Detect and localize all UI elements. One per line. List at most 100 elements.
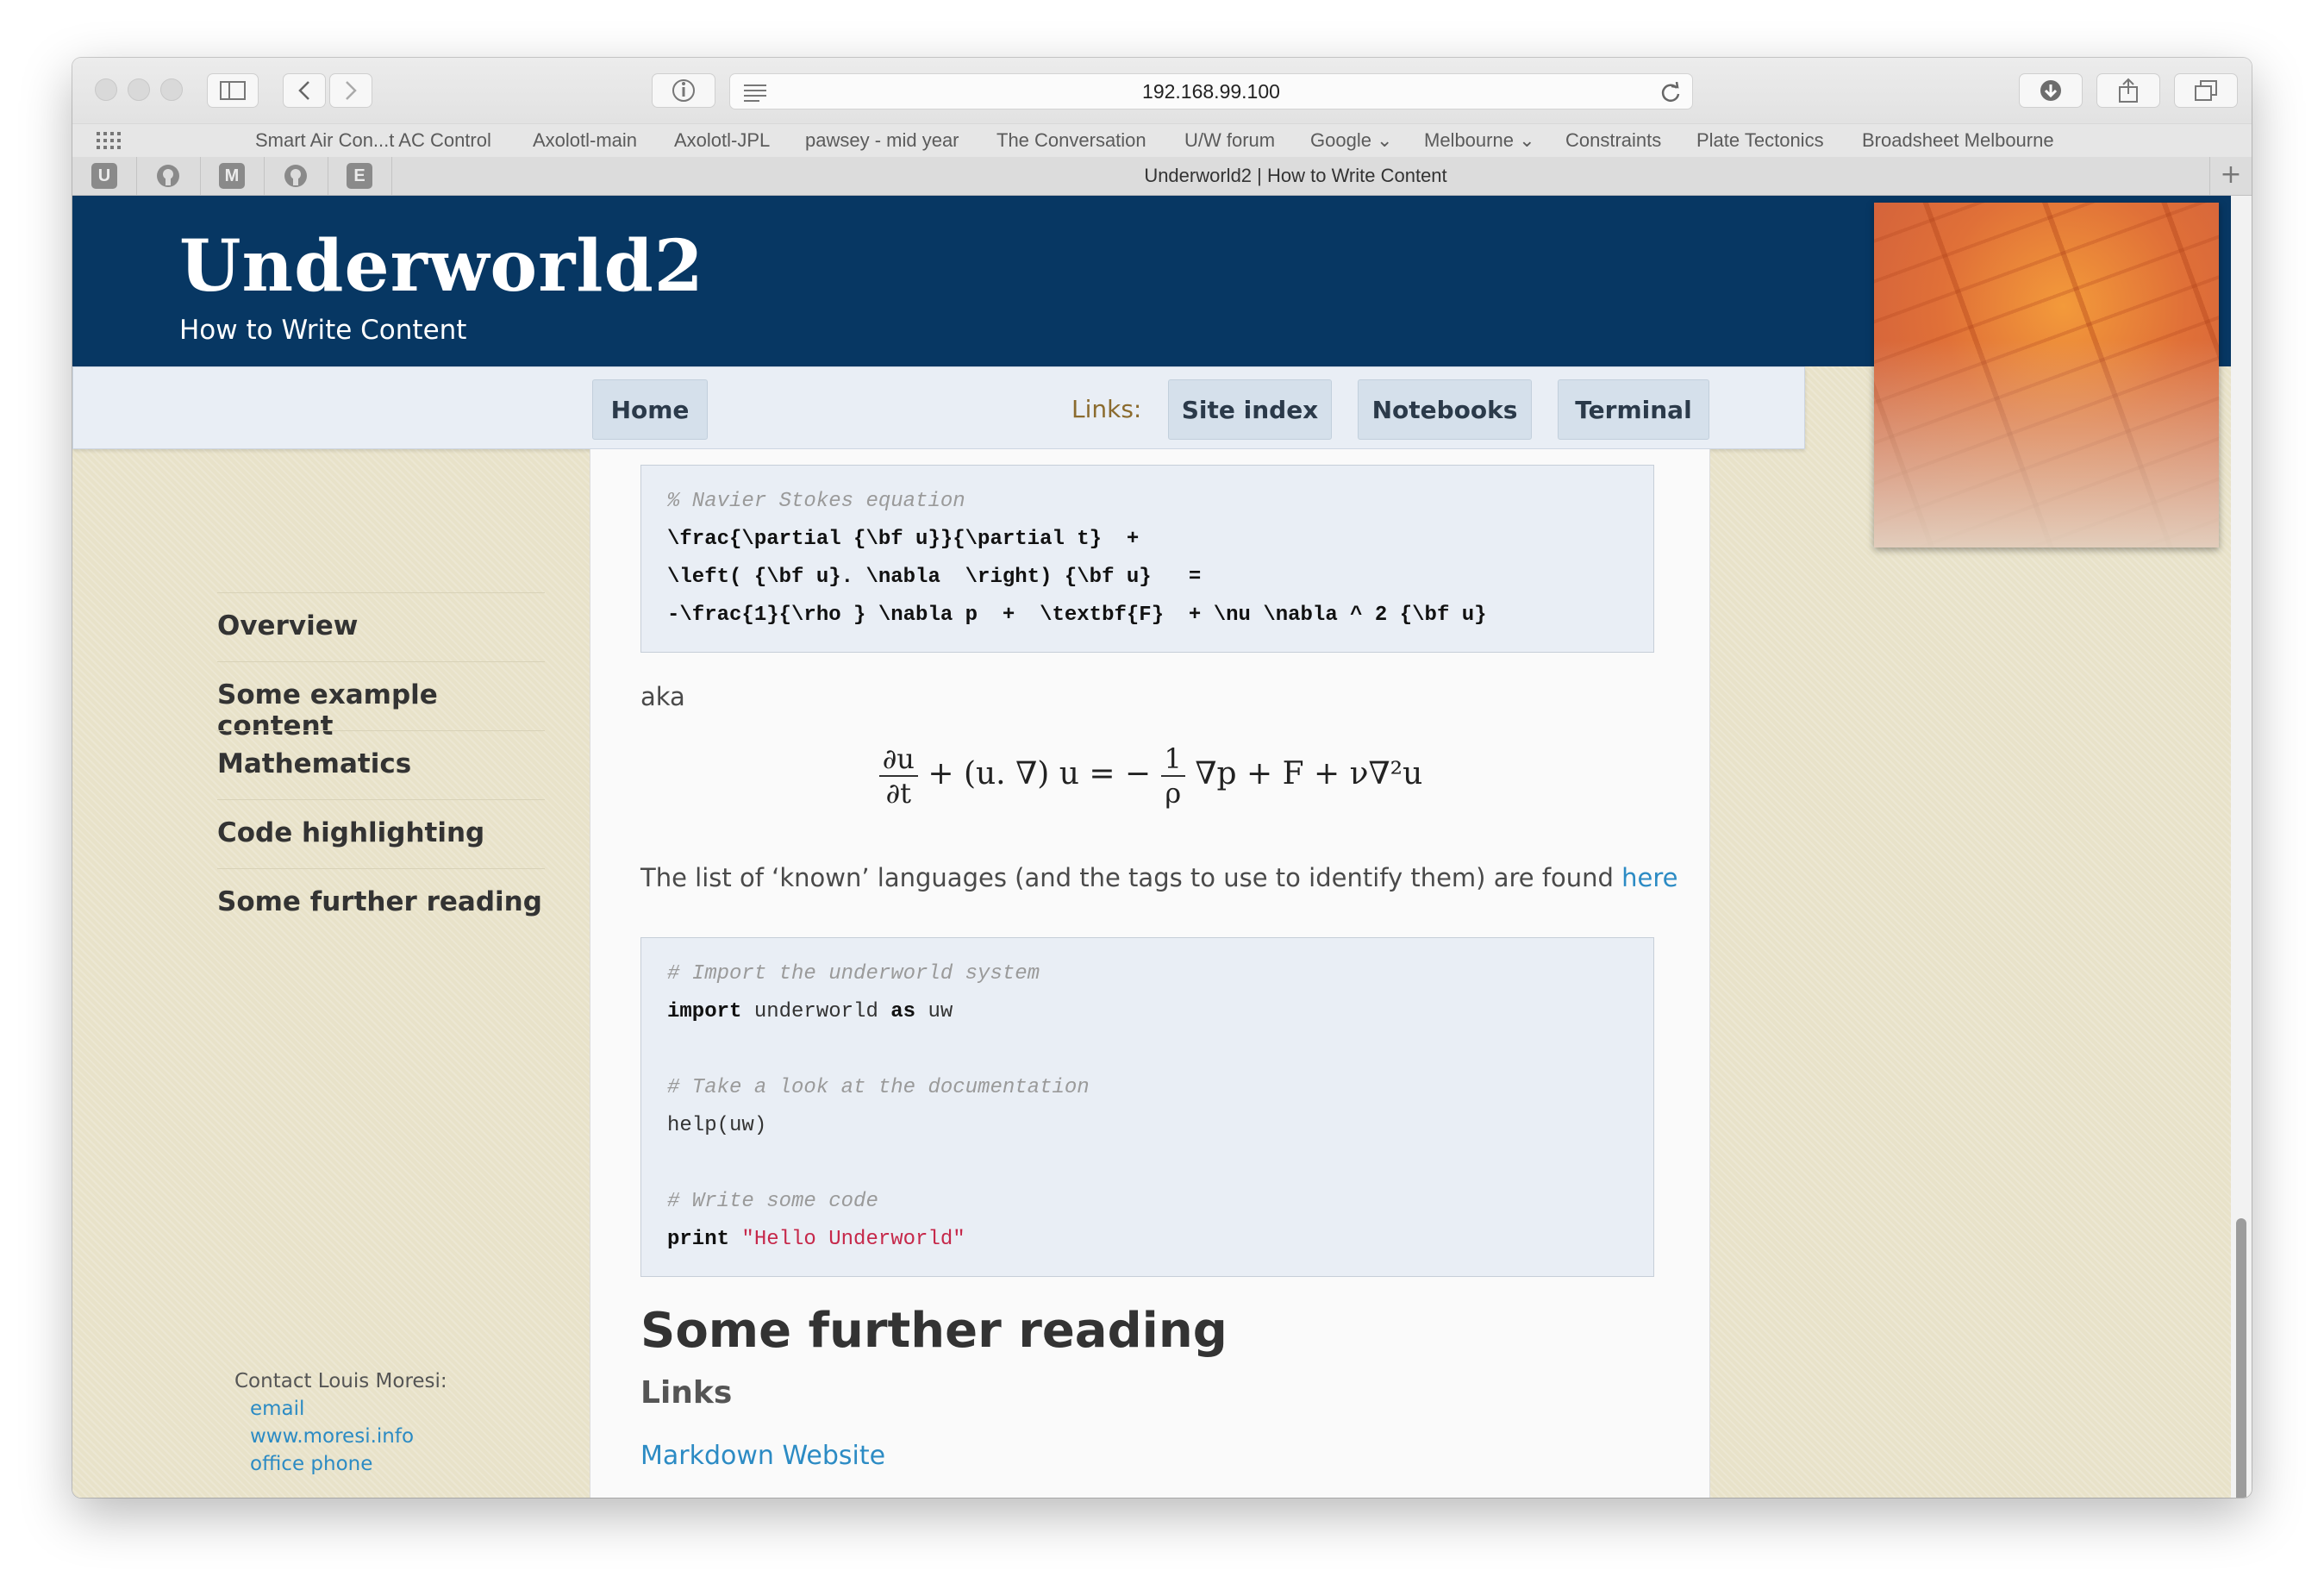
active-tab-title[interactable]: Underworld2 | How to Write Content xyxy=(383,157,2208,195)
code-text: uw xyxy=(915,1000,953,1023)
rho-fraction: 1ρ xyxy=(1160,742,1185,810)
bookmark-item[interactable]: Axolotl-main xyxy=(533,124,637,157)
nav-notebooks-button[interactable]: Notebooks xyxy=(1358,379,1532,440)
grid-icon[interactable] xyxy=(97,132,122,149)
fraction-numerator: 1 xyxy=(1160,742,1185,777)
further-reading-heading: Some further reading xyxy=(640,1303,1228,1359)
equation-rhs: ∇p + F + ν∇²u xyxy=(1195,756,1423,792)
browser-toolbar: 192.168.99.100 xyxy=(72,58,2252,123)
pinned-tab[interactable] xyxy=(264,157,328,195)
reload-icon[interactable] xyxy=(1659,82,1682,104)
contact-label-text: Contact Louis Moresi: xyxy=(234,1370,447,1392)
tab-bar: U M E Underworld2 | How to Write Content… xyxy=(72,157,2252,196)
bookmark-item[interactable]: Constraints xyxy=(1565,124,1661,157)
bookmark-item[interactable]: Smart Air Con...t AC Control xyxy=(255,124,491,157)
code-line: -\frac{1}{\rho } \nabla p + \textbf{F} +… xyxy=(667,604,1487,627)
bookmark-item[interactable]: pawsey - mid year xyxy=(805,124,959,157)
navier-stokes-equation: ∂u ∂t + (u. ∇) u = − 1ρ ∇p + F + ν∇²u xyxy=(590,742,1711,810)
contact-email-link[interactable]: email xyxy=(234,1398,304,1420)
url-text: 192.168.99.100 xyxy=(1142,80,1280,103)
site-info-button[interactable] xyxy=(652,73,715,108)
code-keyword: as xyxy=(890,1000,916,1023)
github-icon xyxy=(284,165,307,187)
bookmark-item[interactable]: Axolotl-JPL xyxy=(674,124,770,157)
bookmark-item[interactable]: Melbourne ⌄ xyxy=(1424,124,1535,157)
tab-overview-button[interactable] xyxy=(2174,73,2238,108)
contact-phone-link[interactable]: office phone xyxy=(234,1453,372,1475)
pinned-tab[interactable] xyxy=(136,157,201,195)
contact-link-text[interactable]: office phone xyxy=(234,1453,372,1475)
bookmark-item[interactable]: Plate Tectonics xyxy=(1696,124,1824,157)
fraction-numerator: ∂u xyxy=(878,742,918,777)
code-line: % Navier Stokes equation xyxy=(667,490,965,513)
nav-site-index-button[interactable]: Site index xyxy=(1168,379,1332,440)
close-window-button[interactable] xyxy=(95,78,117,101)
contact-website-link[interactable]: www.moresi.info xyxy=(234,1425,414,1448)
code-line: # Take a look at the documentation xyxy=(667,1076,1090,1099)
sidebar-item-code-highlighting[interactable]: Code highlighting xyxy=(217,799,545,868)
forward-button[interactable] xyxy=(329,73,372,108)
code-line: import underworld as uw xyxy=(667,993,1627,1031)
fraction-denominator: ∂t xyxy=(885,777,912,810)
pinned-tab-label: U xyxy=(91,163,117,189)
nav-links-label: Links: xyxy=(1071,395,1142,423)
main-content: % Navier Stokes equation \frac{\partial … xyxy=(590,449,1710,1498)
code-line: help(uw) xyxy=(667,1114,767,1137)
nav-home-button[interactable]: Home xyxy=(592,379,708,440)
code-line: # Write some code xyxy=(667,1190,878,1213)
back-button[interactable] xyxy=(283,73,326,108)
code-line: # Import the underworld system xyxy=(667,962,1040,985)
download-icon xyxy=(2040,80,2061,101)
code-text: underworld xyxy=(741,1000,891,1023)
bookmark-item[interactable]: U/W forum xyxy=(1184,124,1275,157)
contact-link-text[interactable]: www.moresi.info xyxy=(234,1425,414,1448)
partial-fraction: ∂u ∂t xyxy=(878,742,918,810)
pinned-tab[interactable]: M xyxy=(200,157,265,195)
sidebar-item-example-content[interactable]: Some example content xyxy=(217,661,545,741)
minimize-window-button[interactable] xyxy=(128,78,150,101)
sidebar-icon xyxy=(220,81,246,100)
python-code-block: # Import the underworld system import un… xyxy=(640,937,1654,1277)
zoom-window-button[interactable] xyxy=(160,78,183,101)
code-line: \left( {\bf u}. \nabla \right) {\bf u} = xyxy=(667,566,1202,589)
sidebar-item-further-reading[interactable]: Some further reading xyxy=(217,868,545,937)
bookmark-item[interactable]: Broadsheet Melbourne xyxy=(1862,124,2054,157)
sidebar-item-mathematics[interactable]: Mathematics xyxy=(217,730,545,799)
pinned-tab-label: M xyxy=(219,163,245,189)
languages-here-link[interactable]: here xyxy=(1621,863,1677,892)
share-button[interactable] xyxy=(2096,73,2160,108)
contact-label: Contact Louis Moresi: xyxy=(234,1370,447,1392)
site-subtitle: How to Write Content xyxy=(179,315,467,346)
bookmark-item[interactable]: The Conversation xyxy=(996,124,1146,157)
downloads-button[interactable] xyxy=(2019,73,2083,108)
header-image xyxy=(1874,203,2219,547)
page-scrollbar-thumb[interactable] xyxy=(2236,1218,2246,1498)
code-line: \frac{\partial {\bf u}}{\partial t} + xyxy=(667,528,1140,551)
code-keyword: print xyxy=(667,1228,730,1251)
equation-middle: + (u. ∇) u = − xyxy=(928,756,1152,792)
share-icon xyxy=(2119,78,2138,103)
sidebar-toggle-button[interactable] xyxy=(207,73,259,108)
address-bar[interactable]: 192.168.99.100 xyxy=(729,73,1693,109)
fraction-denominator: ρ xyxy=(1165,777,1182,810)
contact-link-text[interactable]: email xyxy=(234,1398,304,1420)
chevron-left-icon xyxy=(298,81,309,100)
site-title[interactable]: Underworld2 xyxy=(179,225,704,308)
aka-text: aka xyxy=(640,682,685,711)
code-keyword: import xyxy=(667,1000,742,1023)
bookmark-item[interactable]: Google ⌄ xyxy=(1310,124,1393,157)
code-string: "Hello Underworld" xyxy=(729,1228,965,1251)
page-viewport: Underworld2 How to Write Content Home Li… xyxy=(72,196,2252,1498)
bookmarks-bar: Smart Air Con...t AC Control Axolotl-mai… xyxy=(72,123,2252,158)
new-tab-button[interactable]: + xyxy=(2209,157,2252,195)
pinned-tab-label: E xyxy=(347,163,372,189)
pinned-tab[interactable]: U xyxy=(72,157,137,195)
browser-window: 192.168.99.100 Smart Air Con...t AC Cont… xyxy=(72,58,2252,1498)
links-heading: Links xyxy=(640,1375,733,1411)
nav-terminal-button[interactable]: Terminal xyxy=(1558,379,1709,440)
languages-text: The list of ‘known’ languages (and the t… xyxy=(640,863,1622,892)
markdown-website-link[interactable]: Markdown Website xyxy=(640,1441,885,1471)
sidebar-item-overview[interactable]: Overview xyxy=(217,592,545,661)
latex-code-block: % Navier Stokes equation \frac{\partial … xyxy=(640,465,1654,653)
